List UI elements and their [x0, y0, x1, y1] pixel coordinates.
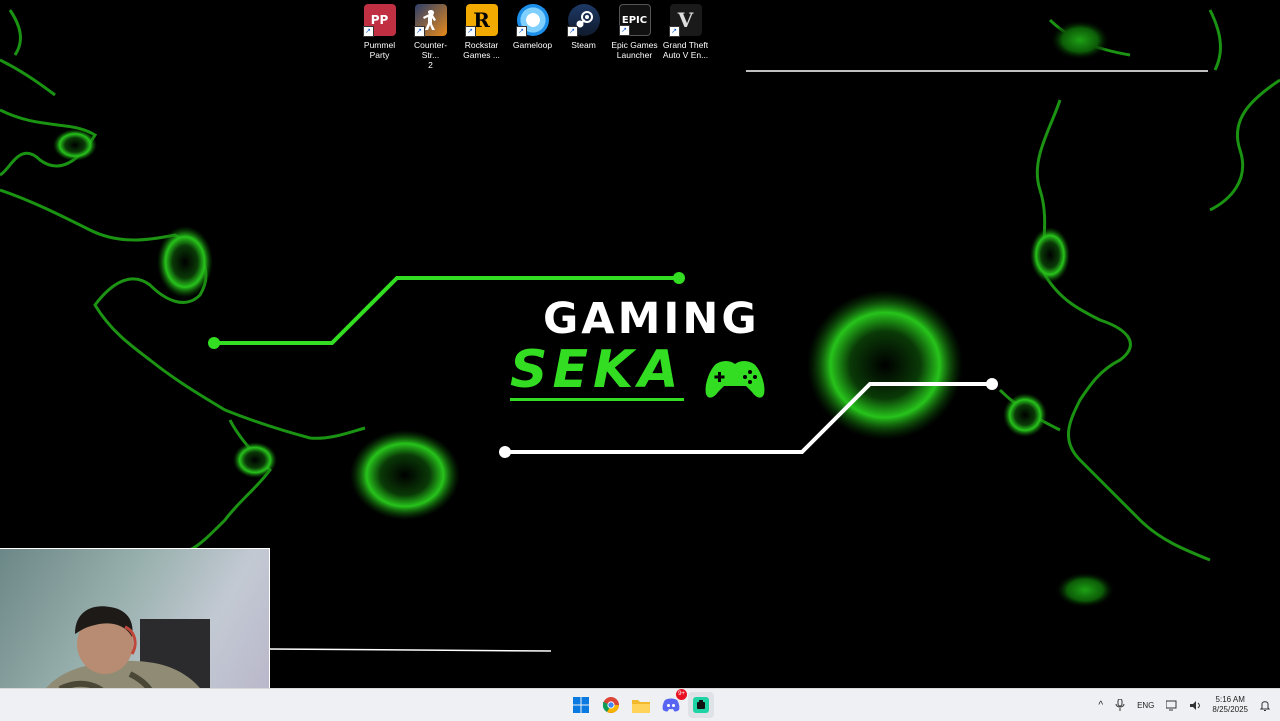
language-indicator[interactable]: ENG — [1137, 701, 1154, 710]
desktop-icon-counter-strike[interactable]: ↗ Counter-Str... 2 — [405, 4, 456, 70]
green-blob-bottom2 — [233, 442, 277, 478]
clock[interactable]: 5:16 AM 8/25/2025 — [1212, 695, 1248, 715]
network-icon[interactable] — [1166, 700, 1178, 711]
desktop-icon-label: Rockstar Games ... — [463, 40, 500, 60]
desktop-icon-label: Epic Games Launcher — [611, 40, 658, 60]
rockstar-glyph: R — [473, 8, 490, 32]
shortcut-arrow-icon: ↗ — [618, 25, 630, 36]
white-rule-bottom — [268, 648, 552, 652]
green-blob-right3 — [1030, 227, 1070, 283]
shortcut-arrow-icon: ↗ — [362, 26, 374, 37]
green-blob-bottom — [350, 430, 460, 520]
white-circuit-dot-right — [986, 378, 998, 390]
epic-glyph: EPIC — [621, 14, 648, 26]
counter-strike-icon: ↗ — [413, 4, 447, 37]
system-tray: ^ ENG 5:16 AM 8/25/2025 — [1092, 689, 1280, 721]
desktop-icon-label: Counter-Str... 2 — [413, 40, 448, 70]
desktop-icons: PP ↗ Pummel Party ↗ Counter-Str... 2 R ↗… — [354, 4, 711, 70]
epic-games-icon: EPIC ↗ — [618, 4, 651, 36]
folder-icon — [632, 699, 650, 713]
discord-icon — [662, 698, 680, 712]
windows-icon — [573, 697, 589, 713]
volume-icon[interactable] — [1190, 700, 1202, 711]
pummel-party-icon: PP ↗ — [362, 4, 396, 37]
gamepad-icon — [705, 361, 765, 398]
clock-time: 5:16 AM — [1215, 695, 1245, 704]
rockstar-icon: R ↗ — [464, 4, 498, 37]
app-icon — [693, 697, 709, 713]
taskbar-apps: 9+ — [568, 689, 718, 718]
desktop-icon-label: Pummel Party — [363, 40, 396, 60]
taskbar-chrome[interactable] — [598, 692, 624, 718]
desktop-icon-gta-v[interactable]: V ↗ Grand Theft Auto V En... — [660, 4, 711, 70]
desktop-icon-gameloop[interactable]: ↗ Gameloop — [507, 4, 558, 70]
taskbar-file-explorer[interactable] — [628, 692, 654, 718]
steam-icon: ↗ — [566, 4, 600, 37]
white-circuit-dot-left — [499, 446, 511, 458]
desktop-icon-epic-games[interactable]: EPIC ↗ Epic Games Launcher — [609, 4, 660, 70]
tray-overflow-chevron-icon[interactable]: ^ — [1098, 700, 1103, 711]
discord-notification-badge: 9+ — [676, 689, 687, 700]
green-circuit-dot-left — [208, 337, 220, 349]
pummel-glyph: PP — [370, 13, 389, 27]
green-blob-right4 — [1055, 572, 1115, 608]
gta-v-icon: V ↗ — [668, 4, 702, 37]
desktop-icon-rockstar[interactable]: R ↗ Rockstar Games ... — [456, 4, 507, 70]
taskbar: 9+ ^ ENG 5:16 AM 8/25/2025 — [0, 688, 1280, 721]
clock-date: 8/25/2025 — [1212, 705, 1248, 714]
chrome-icon — [603, 697, 619, 713]
wallpaper-title-seka: SEKA — [510, 340, 684, 401]
gta-glyph: V — [677, 8, 694, 32]
desktop-icon-label: Grand Theft Auto V En... — [662, 40, 709, 60]
desktop-icon-steam[interactable]: ↗ Steam — [558, 4, 609, 70]
green-circuit-dot-right — [673, 272, 685, 284]
green-blob-right5 — [1050, 20, 1110, 60]
shortcut-arrow-icon: ↗ — [515, 26, 527, 37]
shortcut-arrow-icon: ↗ — [464, 26, 476, 37]
wallpaper-title-gaming: GAMING — [543, 294, 760, 344]
gameloop-icon: ↗ — [515, 4, 549, 37]
desktop-icon-pummel-party[interactable]: PP ↗ Pummel Party — [354, 4, 405, 70]
green-blob-right — [807, 290, 963, 440]
fractal-right — [998, 9, 1280, 562]
shortcut-arrow-icon: ↗ — [566, 26, 578, 37]
shortcut-arrow-icon: ↗ — [413, 26, 425, 37]
green-blob-left — [157, 226, 213, 298]
shortcut-arrow-icon: ↗ — [668, 26, 680, 37]
green-blob-right2 — [1003, 393, 1047, 437]
green-blob-left2 — [53, 129, 97, 161]
microphone-icon[interactable] — [1115, 699, 1125, 711]
taskbar-app[interactable] — [688, 692, 714, 718]
taskbar-discord[interactable]: 9+ — [658, 689, 687, 718]
notification-bell-icon[interactable] — [1260, 700, 1270, 711]
desktop-icon-label: Gameloop — [512, 40, 553, 50]
desktop-icon-label: Steam — [571, 40, 596, 50]
start-button[interactable] — [568, 692, 594, 718]
